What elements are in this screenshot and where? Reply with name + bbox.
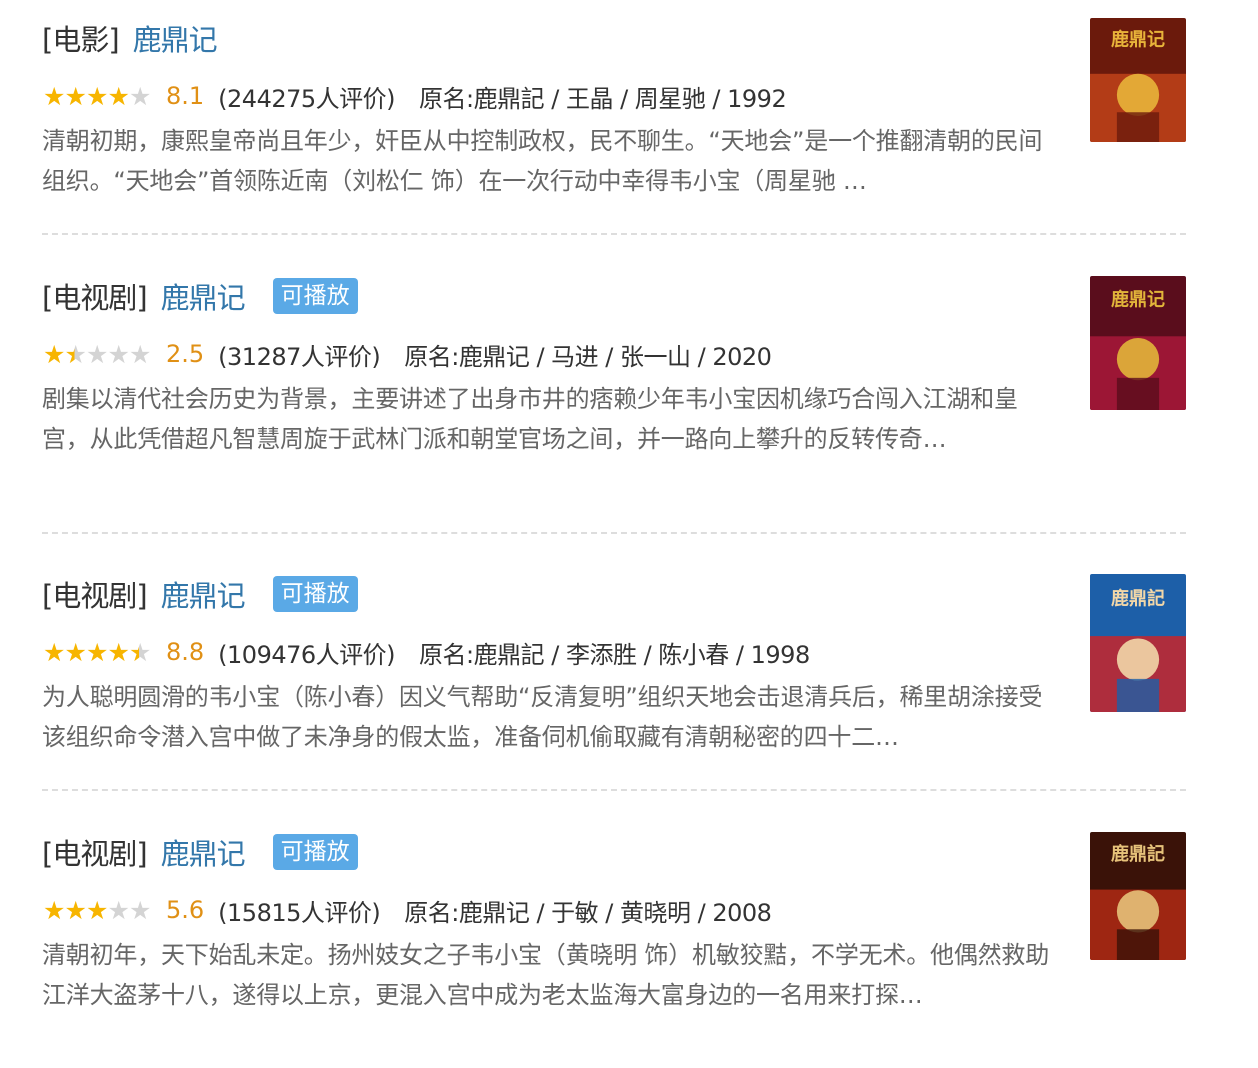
svg-text:鹿鼎記: 鹿鼎記 — [1111, 587, 1165, 609]
star-full-icon: ★ — [86, 81, 108, 111]
star-full-icon: ★ — [86, 895, 108, 925]
svg-text:鹿鼎记: 鹿鼎记 — [1111, 288, 1165, 310]
star-rating: ★ ★ ★ ★ ★ — [42, 640, 152, 665]
star-empty-icon: ★ — [107, 895, 130, 925]
result-title-row: [电视剧] 鹿鼎记 可播放 — [42, 574, 358, 614]
rating-score: 5.6 — [166, 896, 205, 924]
result-category: [电影] — [42, 23, 120, 57]
result-title-link[interactable]: 鹿鼎记 — [161, 573, 246, 615]
star-empty-icon: ★ — [129, 81, 151, 111]
star-full-icon: ★ — [64, 637, 87, 667]
playable-badge[interactable]: 可播放 — [272, 278, 358, 314]
result-description: 清朝初年，天下始乱未定。扬州妓女之子韦小宝（黄晓明 饰）机敏狡黠，不学无术。他偶… — [42, 941, 1050, 1009]
result-title-link[interactable]: 鹿鼎记 — [133, 17, 218, 59]
result-meta: 原名:鹿鼎記 / 李添胜 / 陈小春 / 1998 — [419, 640, 810, 669]
svg-text:鹿鼎記: 鹿鼎記 — [1111, 843, 1165, 865]
star-rating: ★ ★ ★ ★ ★ — [42, 84, 152, 109]
poster-image[interactable]: 鹿鼎記 — [1090, 832, 1186, 960]
star-empty-icon: ★ — [107, 339, 130, 369]
result-title-row: [电视剧] 鹿鼎记 可播放 — [42, 276, 358, 316]
poster-artwork: 鹿鼎记 — [1090, 276, 1186, 410]
playable-badge[interactable]: 可播放 — [272, 834, 358, 870]
svg-text:鹿鼎记: 鹿鼎记 — [1111, 28, 1165, 50]
vote-count: (31287人评价) — [218, 342, 381, 371]
star-half-icon: ★ — [64, 339, 87, 369]
star-empty-icon: ★ — [86, 339, 108, 369]
result-title-row: [电影] 鹿鼎记 — [42, 17, 218, 59]
star-full-icon: ★ — [43, 81, 65, 111]
result-meta: 原名:鹿鼎记 / 马进 / 张一山 / 2020 — [404, 342, 772, 371]
star-full-icon: ★ — [107, 637, 130, 667]
divider — [42, 233, 1186, 235]
star-empty-icon: ★ — [129, 339, 151, 369]
star-rating: ★ ★ ★ ★ ★ — [42, 342, 152, 367]
poster-artwork: 鹿鼎記 — [1090, 832, 1186, 960]
rating-row: ★ ★ ★ ★ ★ 8.1 (244275人评价) 原名:鹿鼎記 / 王晶 / 周星驰 … — [42, 78, 787, 114]
vote-count: (109476人评价) — [218, 640, 396, 669]
rating-row: ★ ★ ★ ★ ★ 5.6 (15815人评价) 原名:鹿鼎记 / 于敏 / 黄晓明 /… — [42, 892, 772, 928]
rating-score: 8.1 — [166, 82, 205, 110]
star-half-icon: ★ — [129, 637, 151, 667]
poster-artwork: 鹿鼎記 — [1090, 574, 1186, 712]
star-empty-icon: ★ — [129, 895, 151, 925]
result-description: 为人聪明圆滑的韦小宝（陈小春）因义气帮助“反清复明”组织天地会击退清兵后，稀里胡… — [42, 683, 1043, 751]
playable-badge[interactable]: 可播放 — [272, 576, 358, 612]
poster-image[interactable]: 鹿鼎記 — [1090, 574, 1186, 712]
result-title-link[interactable]: 鹿鼎记 — [161, 275, 246, 317]
poster-image[interactable]: 鹿鼎记 — [1090, 276, 1186, 410]
star-full-icon: ★ — [107, 81, 130, 111]
star-full-icon: ★ — [86, 637, 108, 667]
rating-score: 8.8 — [166, 638, 205, 666]
result-category: [电视剧] — [42, 281, 148, 315]
star-full-icon: ★ — [64, 895, 87, 925]
result-title-row: [电视剧] 鹿鼎记 可播放 — [42, 832, 358, 872]
result-description: 剧集以清代社会历史为背景，主要讲述了出身市井的痞赖少年韦小宝因机缘巧合闯入江湖和… — [42, 385, 1018, 453]
result-category: [电视剧] — [42, 579, 148, 613]
divider — [42, 532, 1186, 534]
star-full-icon: ★ — [43, 339, 65, 369]
vote-count: (15815人评价) — [218, 898, 381, 927]
star-full-icon: ★ — [64, 81, 87, 111]
result-title-link[interactable]: 鹿鼎记 — [161, 831, 246, 873]
search-results-list: [电影] 鹿鼎记 ★ ★ ★ ★ ★ 8.1 (244275人评价) 原名:鹿鼎記 / … — [0, 0, 1258, 1068]
poster-artwork: 鹿鼎记 — [1090, 18, 1186, 142]
result-meta: 原名:鹿鼎記 / 王晶 / 周星驰 / 1992 — [419, 84, 787, 113]
rating-row: ★ ★ ★ ★ ★ 8.8 (109476人评价) 原名:鹿鼎記 / 李添胜 / 陈小春… — [42, 634, 810, 670]
result-category: [电视剧] — [42, 837, 148, 871]
poster-image[interactable]: 鹿鼎记 — [1090, 18, 1186, 142]
result-meta: 原名:鹿鼎记 / 于敏 / 黄晓明 / 2008 — [404, 898, 772, 927]
star-full-icon: ★ — [43, 895, 65, 925]
vote-count: (244275人评价) — [218, 84, 396, 113]
result-description: 清朝初期，康熙皇帝尚且年少，奸臣从中控制政权，民不聊生。“天地会”是一个推翻清朝… — [42, 127, 1043, 195]
star-full-icon: ★ — [43, 637, 65, 667]
star-rating: ★ ★ ★ ★ ★ — [42, 898, 152, 923]
divider — [42, 789, 1186, 791]
rating-row: ★ ★ ★ ★ ★ 2.5 (31287人评价) 原名:鹿鼎记 / 马进 / 张一山 /… — [42, 336, 772, 372]
rating-score: 2.5 — [166, 340, 205, 368]
